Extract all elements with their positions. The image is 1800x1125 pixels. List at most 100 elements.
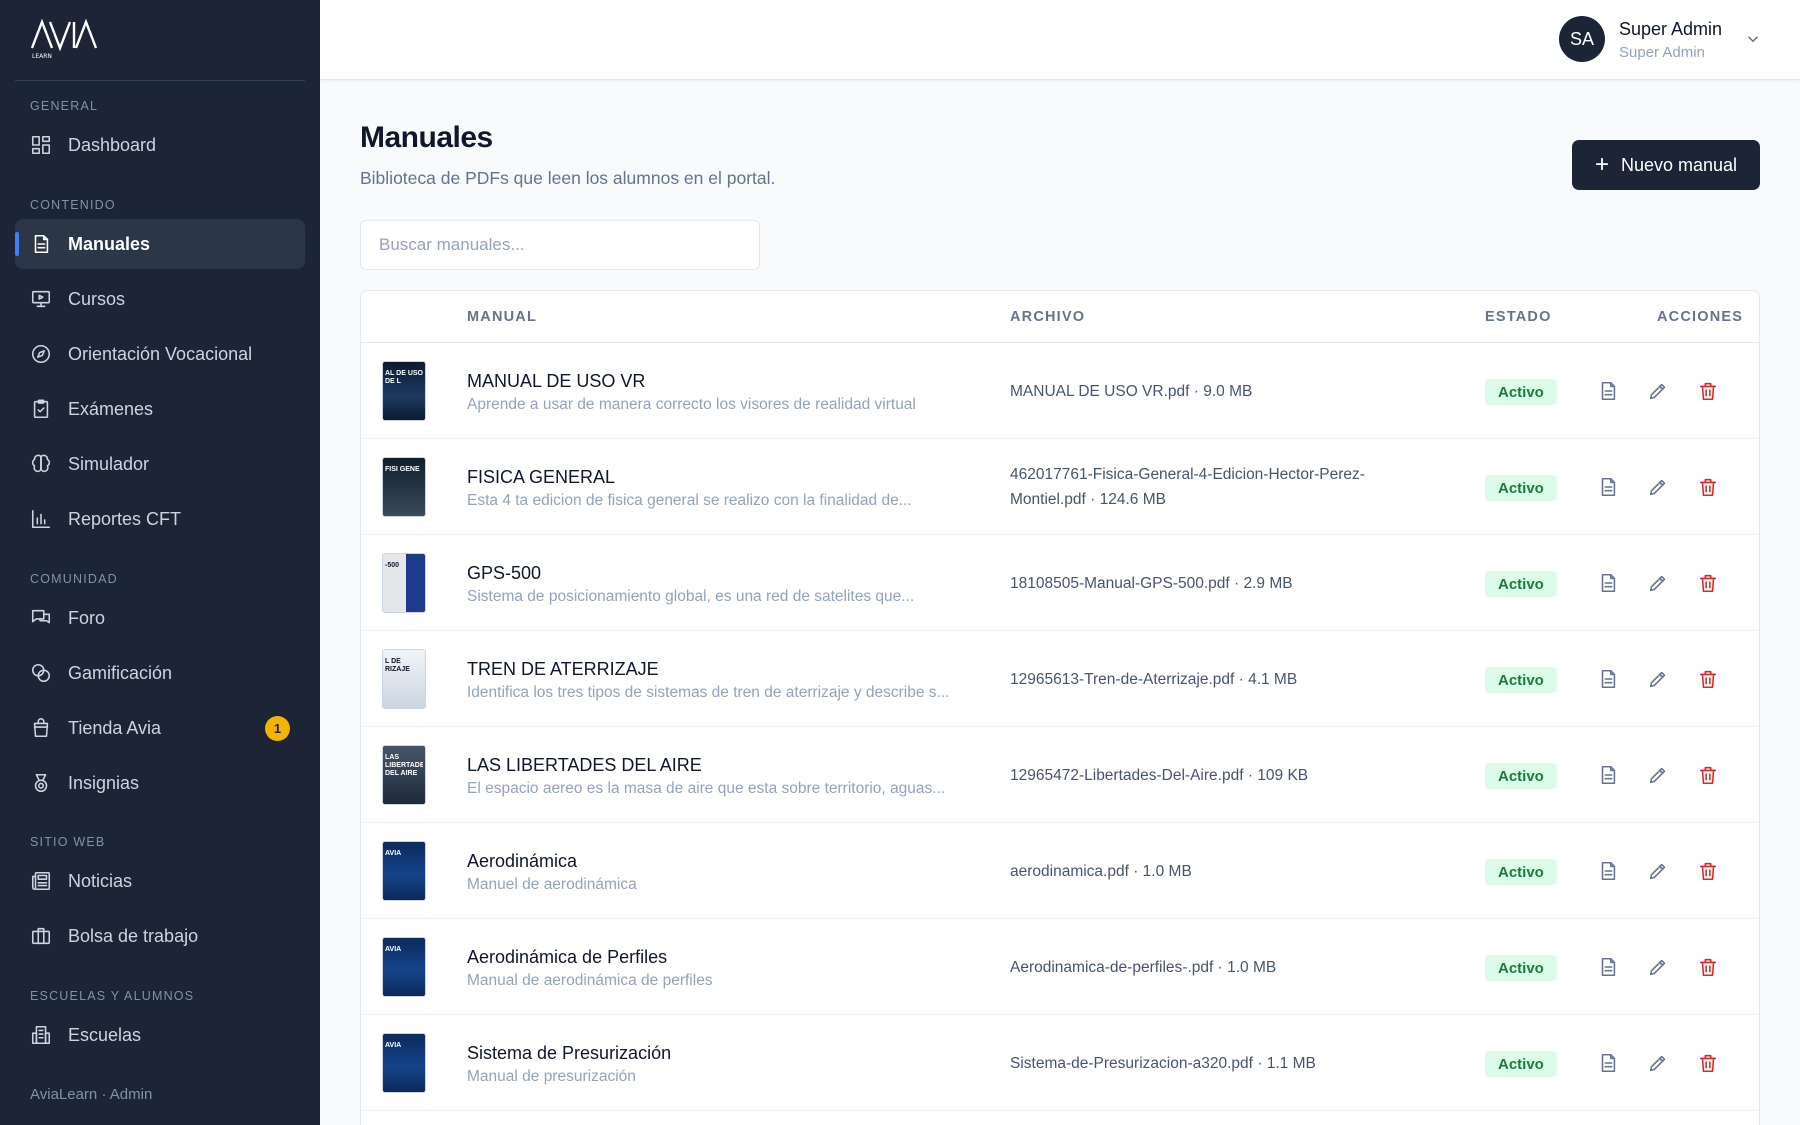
manual-description: Identifica los tres tipos de sistemas de… (467, 684, 950, 701)
manual-description: Sistema de posicionamiento global, es un… (467, 588, 915, 605)
edit-pencil-icon[interactable] (1647, 572, 1669, 594)
delete-trash-icon[interactable] (1697, 1052, 1719, 1074)
table-row[interactable]: AVIA Aerodinámica de Perfiles Manual de … (361, 919, 1759, 1015)
manual-title: Aerodinámica de Perfiles (467, 947, 668, 967)
notification-badge: 1 (265, 716, 290, 741)
delete-trash-icon[interactable] (1697, 572, 1719, 594)
user-name[interactable]: Super Admin (1619, 19, 1722, 40)
table-row[interactable]: AVIA Aerodinámica Manuel de aerodinámica… (361, 823, 1759, 919)
sidebar-item-escuelas[interactable]: Escuelas (15, 1010, 305, 1060)
edit-pencil-icon[interactable] (1647, 380, 1669, 402)
shopping-bag-icon (30, 717, 52, 739)
table-row[interactable]: -500 GPS-500 Sistema de posicionamiento … (361, 535, 1759, 631)
avia-logo[interactable]: LEARN (30, 18, 100, 62)
status-badge: Activo (1485, 475, 1557, 501)
manual-file: MANUAL DE USO VR.pdf · 9.0 MB (1010, 383, 1253, 400)
sidebar-item-label: Exámenes (68, 398, 154, 419)
edit-pencil-icon[interactable] (1647, 476, 1669, 498)
newspaper-icon (30, 870, 52, 892)
thumbnail-text: L DE RIZAJE (385, 658, 410, 673)
status-badge: Activo (1485, 379, 1557, 405)
sidebar-item-label: Orientación Vocacional (68, 343, 253, 364)
sidebar-item-bolsa-de-trabajo[interactable]: Bolsa de trabajo (15, 911, 305, 961)
table-row[interactable]: AL DE USO DE L MANUAL DE USO VR Aprende … (361, 343, 1759, 439)
presentation-icon (30, 288, 52, 310)
column-header-estado[interactable]: ESTADO (1485, 309, 1552, 325)
view-pdf-icon[interactable] (1597, 572, 1619, 594)
table-row[interactable]: LAS LIBERTADES DEL AIRE LAS LIBERTADES D… (361, 727, 1759, 823)
search-input[interactable] (360, 220, 760, 270)
sidebar-item-simulador[interactable]: Simulador (15, 439, 305, 489)
sidebar-item-dashboard[interactable]: Dashboard (15, 120, 305, 170)
section-label-escuelas: ESCUELAS Y ALUMNOS (30, 989, 195, 1003)
delete-trash-icon[interactable] (1697, 476, 1719, 498)
manual-cover-thumbnail: AVIA (382, 841, 426, 901)
document-icon (30, 233, 52, 255)
delete-trash-icon[interactable] (1697, 764, 1719, 786)
manual-title: Sistema de Presurización (467, 1043, 672, 1063)
column-header-archivo[interactable]: ARCHIVO (1010, 309, 1085, 325)
table-row[interactable]: AVIA Sistema de Presurización Manual de … (361, 1015, 1759, 1111)
sidebar-item-manuales[interactable]: Manuales (15, 219, 305, 269)
delete-trash-icon[interactable] (1697, 668, 1719, 690)
manual-cover-thumbnail: -500 (382, 553, 426, 613)
manual-cover-thumbnail: AL DE USO DE L (382, 361, 426, 421)
view-pdf-icon[interactable] (1597, 764, 1619, 786)
delete-trash-icon[interactable] (1697, 860, 1719, 882)
sidebar-item-cursos[interactable]: Cursos (15, 274, 305, 324)
edit-pencil-icon[interactable] (1647, 956, 1669, 978)
manual-title: MANUAL DE USO VR (467, 371, 646, 391)
chat-icon (30, 607, 52, 629)
table-row[interactable]: L DE RIZAJE TREN DE ATERRIZAJE Identific… (361, 631, 1759, 727)
sidebar-item-examenes[interactable]: Exámenes (15, 384, 305, 434)
sidebar-item-noticias[interactable]: Noticias (15, 856, 305, 906)
manual-cover-thumbnail: FÍSI GENE (382, 457, 426, 517)
edit-pencil-icon[interactable] (1647, 860, 1669, 882)
chevron-down-icon[interactable] (1744, 30, 1762, 48)
sidebar-item-tienda[interactable]: Tienda Avia 1 (15, 703, 305, 753)
sidebar-item-label: Cursos (68, 288, 126, 309)
manual-file: 12965613-Tren-de-Aterrizaje.pdf · 4.1 MB (1010, 671, 1298, 688)
table-row[interactable]: FÍSI GENE FISICA GENERAL Esta 4 ta edici… (361, 439, 1759, 535)
delete-trash-icon[interactable] (1697, 380, 1719, 402)
view-pdf-icon[interactable] (1597, 860, 1619, 882)
edit-pencil-icon[interactable] (1647, 668, 1669, 690)
edit-pencil-icon[interactable] (1647, 1052, 1669, 1074)
view-pdf-icon[interactable] (1597, 1052, 1619, 1074)
manual-description: Manuel de aerodinámica (467, 876, 637, 893)
sidebar-item-label: Dashboard (68, 134, 157, 155)
sidebar-item-orientacion[interactable]: Orientación Vocacional (15, 329, 305, 379)
sidebar-item-foro[interactable]: Foro (15, 593, 305, 643)
section-label-comunidad: COMUNIDAD (30, 572, 118, 586)
thumbnail-text: AVIA (385, 1042, 402, 1049)
manual-description: Manual de presurización (467, 1068, 636, 1085)
view-pdf-icon[interactable] (1597, 956, 1619, 978)
compass-icon (30, 343, 52, 365)
sidebar-item-reportes[interactable]: Reportes CFT (15, 494, 305, 544)
status-badge: Activo (1485, 1051, 1557, 1077)
manual-cover-thumbnail: L DE RIZAJE (382, 649, 426, 709)
sidebar-item-label: Gamificación (68, 662, 173, 683)
new-manual-button[interactable]: + Nuevo manual (1572, 140, 1760, 190)
sidebar-item-insignias[interactable]: Insignias (15, 758, 305, 808)
thumbnail-text: -500 (385, 562, 400, 569)
status-badge: Activo (1485, 667, 1557, 693)
sidebar-item-gamificacion[interactable]: Gamificación (15, 648, 305, 698)
column-header-manual[interactable]: MANUAL (467, 309, 537, 325)
manual-title: TREN DE ATERRIZAJE (467, 659, 659, 679)
avatar[interactable]: SA (1559, 16, 1605, 62)
manual-title: Aerodinámica (467, 851, 578, 871)
manual-description: Aprende a usar de manera correcto los vi… (467, 396, 916, 413)
briefcase-icon (30, 925, 52, 947)
view-pdf-icon[interactable] (1597, 476, 1619, 498)
edit-pencil-icon[interactable] (1647, 764, 1669, 786)
manual-title: LAS LIBERTADES DEL AIRE (467, 755, 702, 775)
view-pdf-icon[interactable] (1597, 380, 1619, 402)
view-pdf-icon[interactable] (1597, 668, 1619, 690)
delete-trash-icon[interactable] (1697, 956, 1719, 978)
coins-icon (30, 662, 52, 684)
status-badge: Activo (1485, 763, 1557, 789)
sidebar-item-label: Simulador (68, 453, 150, 474)
manual-file: aerodinamica.pdf · 1.0 MB (1010, 863, 1192, 880)
clipboard-check-icon (30, 398, 52, 420)
